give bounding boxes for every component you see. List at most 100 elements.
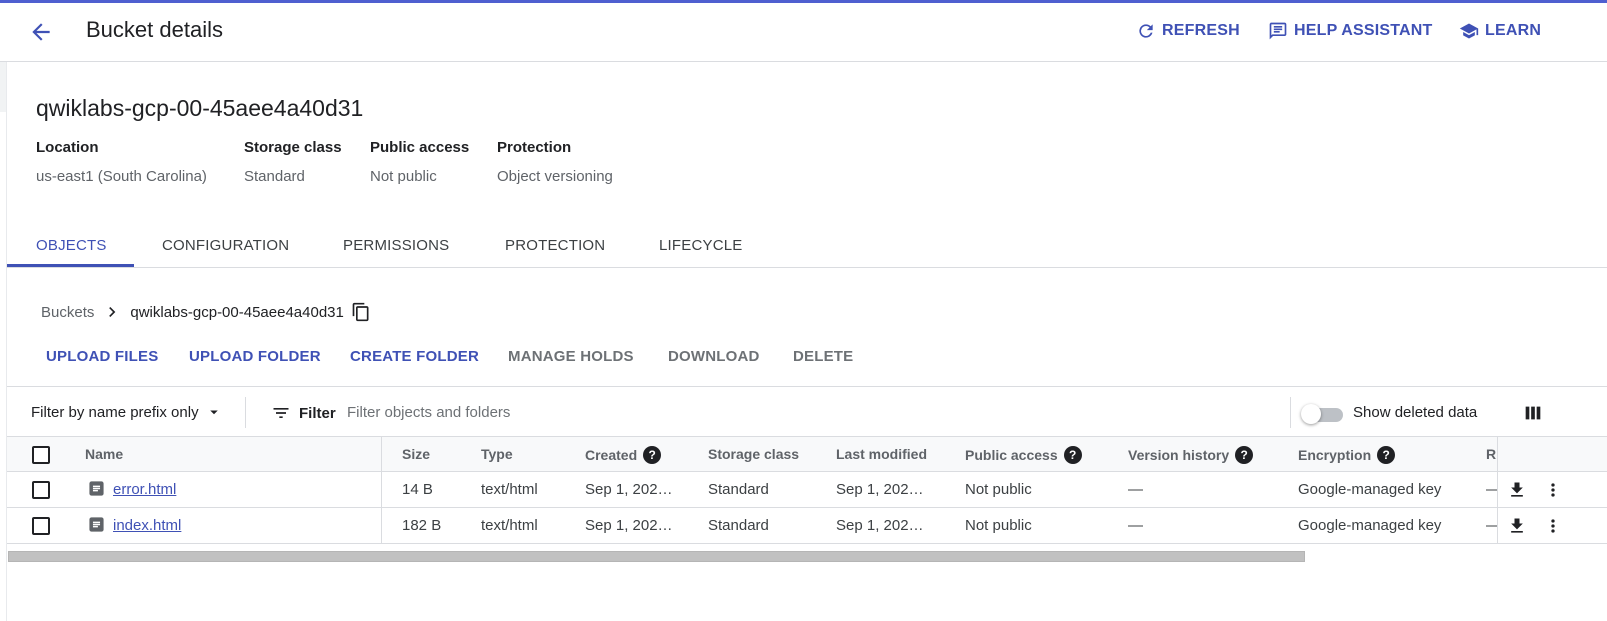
copy-icon[interactable] — [351, 302, 371, 322]
chat-help-icon — [1269, 22, 1287, 40]
table-row[interactable]: error.html 14 B text/html Sep 1, 202… St… — [7, 472, 1607, 508]
file-type: text/html — [481, 517, 538, 534]
location-label: Location — [36, 139, 99, 156]
column-version-history-label: Version history — [1128, 447, 1230, 463]
help-icon[interactable]: ? — [1063, 446, 1082, 464]
column-header-version-history[interactable]: Version history? — [1128, 446, 1254, 464]
active-tab-indicator — [7, 264, 134, 267]
dropdown-arrow-icon — [209, 410, 218, 415]
column-display-icon[interactable] — [1522, 402, 1544, 424]
create-folder-button[interactable]: CREATE FOLDER — [350, 348, 479, 365]
filter-bar: Filter by name prefix only Filter Show d… — [7, 386, 1607, 437]
row-checkbox[interactable] — [32, 481, 50, 499]
column-header-created[interactable]: Created? — [585, 446, 662, 464]
toggle-divider — [1290, 397, 1291, 428]
file-version-history: — — [1128, 481, 1143, 498]
column-encryption-label: Encryption — [1298, 447, 1372, 463]
column-header-public-access[interactable]: Public access? — [965, 446, 1082, 464]
file-last-modified: Sep 1, 202… — [836, 481, 924, 498]
help-icon[interactable]: ? — [1377, 446, 1396, 464]
file-icon — [89, 481, 104, 496]
file-size: 182 B — [402, 517, 442, 534]
file-public-access: Not public — [965, 517, 1032, 534]
filter-label: Filter — [299, 404, 336, 422]
column-storage-class-label: Storage class — [708, 446, 800, 462]
file-size: 14 B — [402, 481, 433, 498]
file-name-link[interactable]: error.html — [113, 481, 176, 498]
filter-mode-label: Filter by name prefix only — [31, 403, 199, 421]
filter-input[interactable] — [347, 398, 907, 426]
help-assistant-label: HELP ASSISTANT — [1294, 22, 1433, 39]
help-icon[interactable]: ? — [643, 446, 662, 464]
column-header-name[interactable]: Name — [85, 446, 123, 462]
upload-files-button[interactable]: UPLOAD FILES — [46, 348, 158, 365]
refresh-button[interactable]: REFRESH — [1136, 21, 1240, 41]
bucket-name: qwiklabs-gcp-00-45aee4a40d31 — [36, 95, 364, 121]
upload-folder-button[interactable]: UPLOAD FOLDER — [189, 348, 321, 365]
more-vert-icon[interactable] — [1543, 480, 1563, 500]
show-deleted-toggle[interactable] — [1301, 402, 1343, 424]
column-header-size[interactable]: Size — [402, 446, 430, 462]
manage-holds-button[interactable]: MANAGE HOLDS — [508, 348, 634, 365]
help-assistant-button[interactable]: HELP ASSISTANT — [1268, 21, 1433, 41]
learn-label: LEARN — [1485, 22, 1542, 39]
column-header-storage-class[interactable]: Storage class — [708, 446, 799, 462]
protection-value: Object versioning — [497, 168, 613, 185]
back-arrow-icon[interactable] — [28, 19, 54, 45]
download-icon[interactable] — [1507, 516, 1527, 536]
file-storage-class: Standard — [708, 481, 769, 498]
public-access-label: Public access — [370, 139, 470, 156]
refresh-label: REFRESH — [1162, 22, 1240, 39]
more-vert-icon[interactable] — [1543, 516, 1563, 536]
tab-protection[interactable]: PROTECTION — [505, 237, 605, 254]
breadcrumb-current-bucket: qwiklabs-gcp-00-45aee4a40d31 — [130, 303, 344, 321]
tab-objects[interactable]: OBJECTS — [36, 237, 107, 254]
download-button[interactable]: DOWNLOAD — [668, 348, 760, 365]
protection-label: Protection — [497, 139, 572, 156]
filter-button[interactable]: Filter — [271, 403, 336, 423]
file-storage-class: Standard — [708, 517, 769, 534]
horizontal-scrollbar[interactable] — [7, 550, 1607, 562]
delete-button[interactable]: DELETE — [793, 348, 853, 365]
file-created: Sep 1, 202… — [585, 517, 673, 534]
learn-button[interactable]: LEARN — [1459, 21, 1541, 41]
table-header: Name Size Type Created? Storage class La… — [7, 436, 1607, 472]
table-row[interactable]: index.html 182 B text/html Sep 1, 202… S… — [7, 508, 1607, 544]
page-title: Bucket details — [86, 17, 223, 42]
column-name-label: Name — [85, 446, 124, 462]
column-header-encryption[interactable]: Encryption? — [1298, 446, 1396, 464]
column-header-retention[interactable]: R — [1486, 446, 1497, 462]
column-header-type[interactable]: Type — [481, 446, 513, 462]
refresh-icon — [1139, 24, 1153, 38]
breadcrumb-buckets-link[interactable]: Buckets — [41, 304, 94, 321]
column-retention-label: R — [1486, 446, 1497, 462]
select-all-checkbox[interactable] — [32, 446, 50, 464]
tab-bar: OBJECTS CONFIGURATION PERMISSIONS PROTEC… — [7, 225, 1607, 268]
column-last-modified-label: Last modified — [836, 446, 928, 462]
location-value: us-east1 (South Carolina) — [36, 168, 207, 185]
column-type-label: Type — [481, 446, 513, 462]
scrollbar-thumb[interactable] — [8, 551, 1305, 562]
filter-list-icon — [273, 408, 289, 418]
download-icon[interactable] — [1507, 480, 1527, 500]
file-retention: — — [1486, 517, 1497, 534]
column-public-access-label: Public access — [965, 447, 1058, 463]
storage-class-value: Standard — [244, 168, 305, 185]
file-icon — [89, 517, 104, 532]
school-icon — [1459, 23, 1479, 39]
row-checkbox[interactable] — [32, 517, 50, 535]
help-icon[interactable]: ? — [1235, 446, 1254, 464]
file-name-link[interactable]: index.html — [113, 517, 181, 534]
column-header-last-modified[interactable]: Last modified — [836, 446, 927, 462]
tab-permissions[interactable]: PERMISSIONS — [343, 237, 449, 254]
filter-mode-select[interactable]: Filter by name prefix only — [31, 403, 223, 421]
file-created: Sep 1, 202… — [585, 481, 673, 498]
filter-divider — [245, 397, 246, 428]
breadcrumb: Buckets qwiklabs-gcp-00-45aee4a40d31 — [41, 302, 371, 322]
tab-lifecycle[interactable]: LIFECYCLE — [659, 237, 743, 254]
storage-class-label: Storage class — [244, 139, 342, 156]
file-public-access: Not public — [965, 481, 1032, 498]
column-size-label: Size — [402, 446, 431, 462]
show-deleted-label: Show deleted data — [1353, 404, 1478, 421]
tab-configuration[interactable]: CONFIGURATION — [162, 237, 289, 254]
